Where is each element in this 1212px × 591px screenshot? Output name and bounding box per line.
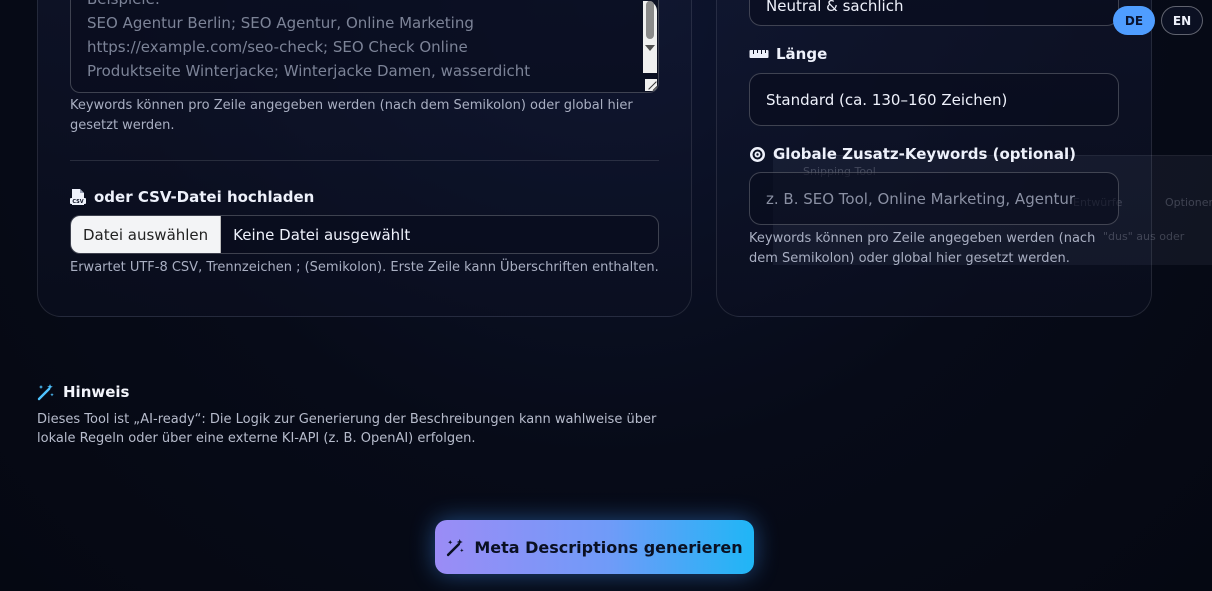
length-label: Länge	[749, 45, 827, 63]
textarea-line: Beispiele:	[87, 0, 628, 11]
target-icon	[749, 146, 766, 163]
hint-title: Hinweis	[63, 383, 130, 401]
generate-meta-descriptions-button[interactable]: Meta Descriptions generieren	[435, 520, 754, 574]
file-name-text: Keine Datei ausgewählt	[233, 225, 411, 244]
scroll-down-arrow-icon[interactable]	[645, 45, 655, 51]
csv-file-input[interactable]: Datei auswählen Keine Datei ausgewählt	[70, 215, 659, 254]
scrollbar-thumb[interactable]	[646, 1, 654, 39]
choose-file-button[interactable]: Datei auswählen	[71, 216, 222, 253]
csv-file-icon: CSV	[69, 188, 87, 206]
keywords-textarea[interactable]: Beispiele: SEO Agentur Berlin; SEO Agent…	[70, 0, 659, 93]
length-select[interactable]: Standard (ca. 130–160 Zeichen)	[749, 73, 1119, 126]
ruler-icon	[749, 48, 769, 60]
csv-help-text: Erwartet UTF-8 CSV, Trennzeichen ; (Semi…	[70, 260, 659, 275]
hint-heading: Hinweis	[37, 383, 129, 401]
language-de-button[interactable]: DE	[1113, 6, 1155, 35]
keywords-help-text: Keywords können pro Zeile angegeben werd…	[70, 98, 633, 133]
global-keywords-label-text: Globale Zusatz-Keywords (optional)	[773, 145, 1076, 163]
hint-text: Dieses Tool ist „AI-ready“: Die Logik zu…	[37, 412, 657, 446]
csv-upload-label: CSV oder CSV-Datei hochladen	[69, 188, 314, 206]
resize-grip-icon[interactable]	[645, 79, 657, 91]
length-value: Standard (ca. 130–160 Zeichen)	[766, 90, 1008, 109]
textarea-scrollbar[interactable]	[643, 1, 657, 73]
global-keywords-placeholder: z. B. SEO Tool, Online Marketing, Agentu…	[766, 189, 1076, 208]
textarea-line: SEO Agentur Berlin; SEO Agentur, Online …	[87, 14, 474, 32]
generate-button-label: Meta Descriptions generieren	[474, 537, 743, 557]
textarea-line: https://example.com/seo-check; SEO Check…	[87, 38, 468, 56]
length-label-text: Länge	[776, 45, 828, 63]
divider	[70, 160, 659, 161]
csv-label-text: oder CSV-Datei hochladen	[94, 188, 315, 206]
textarea-line: Produktseite Winterjacke; Winterjacke Da…	[87, 62, 531, 80]
svg-text:CSV: CSV	[72, 199, 83, 205]
tone-select[interactable]: Neutral & sachlich	[749, 0, 1119, 26]
magic-wand-icon	[446, 538, 465, 557]
global-keywords-help-text: Keywords können pro Zeile angegeben werd…	[749, 231, 1096, 266]
global-keywords-label: Globale Zusatz-Keywords (optional)	[749, 145, 1076, 163]
global-keywords-input[interactable]: z. B. SEO Tool, Online Marketing, Agentu…	[749, 172, 1119, 225]
tone-value: Neutral & sachlich	[766, 0, 904, 15]
magic-wand-icon	[37, 383, 55, 401]
language-en-button[interactable]: EN	[1161, 6, 1203, 35]
